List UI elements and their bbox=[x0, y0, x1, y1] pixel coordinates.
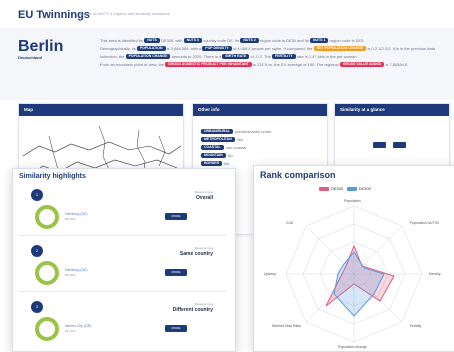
description-line-2: Demographically, its POPULATION is 3,664… bbox=[100, 46, 435, 52]
more-button[interactable]: MORE bbox=[165, 269, 187, 276]
similarity-ring bbox=[35, 317, 59, 341]
tag-pop-change: POPULATION CHANGE bbox=[125, 54, 171, 60]
axis-label: Density bbox=[429, 272, 441, 276]
tag-nuts2: NUTS 2 bbox=[240, 38, 259, 44]
other-info-header: Other info bbox=[193, 104, 327, 116]
tag-nuts: NUTS bbox=[144, 38, 160, 44]
rank-badge: 1 bbox=[31, 189, 43, 201]
page-title: Berlin bbox=[18, 38, 64, 55]
similarity-card: 1 Measure type Overall Hamburg (DE) 98.4… bbox=[19, 185, 227, 236]
axis-label: Population NUTS3 bbox=[410, 221, 439, 225]
description-line-1: This area is identified by NUTS DE300, w… bbox=[100, 38, 365, 44]
rank-badge: 2 bbox=[31, 245, 43, 257]
tag-pop-density: POP DENSITY bbox=[202, 46, 232, 52]
measure-type-label: Measure type bbox=[194, 246, 213, 250]
measure-title: Same country bbox=[179, 251, 213, 257]
info-tag: METROPOLITAN bbox=[201, 137, 235, 143]
info-row: BORDER No bbox=[201, 161, 229, 167]
tag-population: POPULATION bbox=[136, 46, 166, 52]
tag-birth-rate: BIRTH RATE bbox=[222, 54, 250, 60]
tag-gdp: GROSS DOMESTIC PRODUCT PER INHABITANT bbox=[165, 62, 252, 68]
measure-title: Different country bbox=[172, 307, 213, 313]
measure-type-label: Measure type bbox=[194, 302, 213, 306]
axis-label: GVA bbox=[286, 221, 294, 225]
tag-nuts1: NUTS 1 bbox=[309, 38, 329, 44]
description-line-4: From an economic point of view, the GROS… bbox=[100, 62, 409, 68]
info-tag: BORDER bbox=[201, 161, 223, 167]
similar-city-link[interactable]: Athens City (GR) bbox=[65, 324, 91, 328]
similarity-percent: 98.43% bbox=[65, 273, 76, 277]
tag-fertility: FERTILITY bbox=[271, 54, 296, 60]
more-button[interactable]: MORE bbox=[165, 213, 187, 220]
tag-nuts0: NUTS 0 bbox=[183, 38, 203, 44]
similarity-ring bbox=[35, 205, 59, 229]
glance-button[interactable] bbox=[373, 142, 386, 148]
rank-comparison-card: Rank comparison DE300 DE300 Population P… bbox=[253, 165, 454, 352]
info-row: METROPOLITAN Yes bbox=[201, 137, 243, 143]
glance-button[interactable] bbox=[393, 142, 406, 148]
axis-label: Population change bbox=[338, 345, 367, 349]
description-line-3: collection, the POPULATION CHANGE amount… bbox=[100, 54, 358, 60]
similar-city-link[interactable]: Hamburg (DE) bbox=[65, 268, 88, 272]
rank-badge: 3 bbox=[31, 301, 43, 313]
map-panel-header: Map bbox=[19, 104, 183, 116]
similarity-highlights-card: Similarity highlights 1 Measure type Ove… bbox=[12, 168, 236, 352]
axis-label: Worried Mad Ratio bbox=[272, 324, 302, 328]
measure-type-label: Measure type bbox=[194, 190, 213, 194]
axis-label: Upkeep bbox=[264, 272, 277, 276]
similarity-card: 3 Measure type Different country Athens … bbox=[19, 297, 227, 347]
tag-net-pop-change: NET POPULATION CHANGE bbox=[313, 46, 367, 52]
axis-label: Fertility bbox=[410, 324, 422, 328]
info-row: URBAN/RURAL predominantly urban bbox=[201, 129, 271, 135]
info-tag: COASTAL bbox=[201, 145, 224, 151]
more-button[interactable]: MORE bbox=[165, 325, 187, 332]
similarity-card: 2 Measure type Same country Hamburg (DE)… bbox=[19, 241, 227, 292]
similarity-glance-header: Similarity at a glance bbox=[335, 104, 449, 116]
country-subtitle: Deutschland bbox=[18, 55, 43, 60]
measure-title: Overall bbox=[196, 195, 213, 201]
similar-city-link[interactable]: Hamburg (DE) bbox=[65, 212, 88, 216]
info-tag: MOUNTAIN bbox=[201, 153, 226, 159]
tag-gva: GROSS VALUE ADDED bbox=[339, 62, 385, 68]
top-bar: EU Twinnings Based on NUTS 3 regions and… bbox=[0, 0, 454, 29]
header-note: Based on NUTS 3 regions and similarity m… bbox=[80, 11, 170, 16]
similarity-percent: 94.17% bbox=[65, 329, 76, 333]
axis-label: Population bbox=[344, 199, 361, 203]
similarity-ring bbox=[35, 261, 59, 285]
info-row: MOUNTAIN No bbox=[201, 153, 233, 159]
similarity-percent: 98.43% bbox=[65, 217, 76, 221]
info-tag: URBAN/RURAL bbox=[201, 129, 233, 135]
similarity-highlights-title: Similarity highlights bbox=[19, 173, 86, 180]
info-row: COASTAL non-coastal bbox=[201, 145, 246, 151]
